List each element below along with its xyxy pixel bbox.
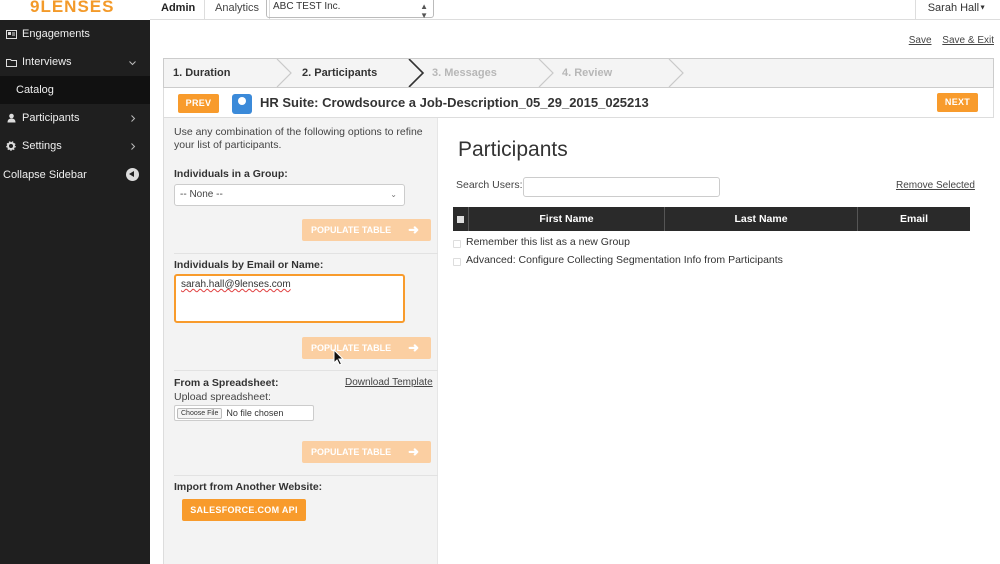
step-separator-icon <box>668 59 684 87</box>
sidebar-item-label: Engagements <box>22 28 90 40</box>
group-select-value: -- None -- <box>180 189 223 200</box>
user-icon <box>3 113 19 123</box>
tab-admin[interactable]: Admin <box>161 2 195 14</box>
hr-suite-icon <box>232 94 252 114</box>
remember-group-label: Remember this list as a new Group <box>466 236 630 248</box>
user-menu[interactable]: Sarah Hall▼ <box>914 0 1000 20</box>
participants-panel: Participants Search Users: Remove Select… <box>438 118 994 564</box>
sidebar-item-label: Interviews <box>22 56 72 68</box>
wizard-steps: 1. Duration 2. Participants 3. Messages … <box>163 58 994 88</box>
chevron-right-icon <box>131 113 136 125</box>
sidebar: 9LENSES Engagements Interviews Catalog P… <box>0 0 150 564</box>
populate-table-button-email[interactable]: POPULATE TABLE ➜ <box>302 337 431 359</box>
salesforce-api-button[interactable]: SALESFORCE.COM API <box>182 499 306 521</box>
top-links: Save Save & Exit <box>901 35 994 46</box>
engagements-icon <box>3 29 19 39</box>
populate-table-button-spreadsheet[interactable]: POPULATE TABLE ➜ <box>302 441 431 463</box>
step-participants[interactable]: 2. Participants <box>302 59 377 87</box>
remove-selected-link[interactable]: Remove Selected <box>896 180 975 191</box>
step-separator-icon <box>276 59 292 87</box>
caret-down-icon: ▼ <box>979 4 986 12</box>
engagement-title-bar: PREV HR Suite: Crowdsource a Job-Descrip… <box>163 88 994 118</box>
remember-group-checkbox[interactable] <box>453 240 461 248</box>
column-email[interactable]: Email <box>857 207 970 231</box>
chevron-down-icon: ⌄ <box>390 190 397 199</box>
group-label: Individuals in a Group: <box>174 168 288 180</box>
sidebar-item-settings[interactable]: Settings <box>0 132 150 160</box>
no-file-text: No file chosen <box>226 408 284 418</box>
sidebar-item-participants[interactable]: Participants <box>0 104 150 132</box>
step-duration[interactable]: 1. Duration <box>173 59 230 87</box>
divider <box>174 253 438 254</box>
sidebar-item-catalog[interactable]: Catalog <box>0 76 150 104</box>
user-name: Sarah Hall <box>927 2 980 14</box>
chevron-down-icon <box>129 57 136 69</box>
folder-icon <box>3 58 19 67</box>
populate-table-button-group[interactable]: POPULATE TABLE ➜ <box>302 219 431 241</box>
import-label: Import from Another Website: <box>174 481 323 493</box>
populate-table-label: POPULATE TABLE <box>311 225 392 235</box>
save-exit-link[interactable]: Save & Exit <box>942 35 994 46</box>
participants-table-header: First Name Last Name Email <box>453 207 970 231</box>
divider <box>174 475 438 476</box>
sidebar-item-label: Catalog <box>16 84 54 96</box>
step-separator-icon <box>538 59 554 87</box>
step-separator-icon <box>408 59 425 87</box>
organization-select[interactable]: ABC TEST Inc. ▲ ▼ <box>266 0 434 20</box>
organization-select-value: ABC TEST Inc. <box>273 1 341 12</box>
gear-icon <box>3 141 19 151</box>
mouse-pointer-icon <box>333 349 345 366</box>
top-bar: Admin Analytics ABC TEST Inc. ▲ ▼ Sarah H… <box>150 0 1000 20</box>
column-last-name[interactable]: Last Name <box>664 207 857 231</box>
arrow-right-icon: ➜ <box>408 340 419 355</box>
spreadsheet-label: From a Spreadsheet: <box>174 377 279 389</box>
page-title: Participants <box>458 138 568 161</box>
app-logo: 9LENSES <box>0 0 150 20</box>
collapse-sidebar-label: Collapse Sidebar <box>3 169 87 181</box>
next-button[interactable]: NEXT <box>937 93 978 112</box>
arrow-right-icon: ➜ <box>408 222 419 237</box>
email-or-name-field[interactable]: sarah.hall@9lenses.com <box>174 274 405 323</box>
choose-file-button[interactable]: Choose File <box>177 407 223 419</box>
sidebar-item-label: Settings <box>22 140 62 152</box>
advanced-segmentation-option[interactable]: Advanced: Configure Collecting Segmentat… <box>453 254 783 266</box>
tab-analytics[interactable]: Analytics <box>204 0 271 20</box>
collapse-left-icon <box>126 168 139 181</box>
step-review[interactable]: 4. Review <box>562 59 612 87</box>
email-label: Individuals by Email or Name: <box>174 259 324 271</box>
search-users-input[interactable] <box>523 177 720 197</box>
divider <box>174 370 438 371</box>
select-all-checkbox[interactable] <box>453 207 468 231</box>
filter-intro-text: Use any combination of the following opt… <box>174 126 423 151</box>
save-link[interactable]: Save <box>909 35 932 46</box>
group-select[interactable]: -- None -- ⌄ <box>174 184 405 206</box>
populate-table-label: POPULATE TABLE <box>311 343 392 353</box>
arrow-right-icon: ➜ <box>408 444 419 459</box>
engagement-title: HR Suite: Crowdsource a Job-Description_… <box>260 95 649 110</box>
advanced-segmentation-checkbox[interactable] <box>453 258 461 266</box>
prev-button[interactable]: PREV <box>178 94 219 113</box>
remember-group-option[interactable]: Remember this list as a new Group <box>453 236 630 248</box>
sidebar-item-label: Participants <box>22 112 80 124</box>
step-messages[interactable]: 3. Messages <box>432 59 497 87</box>
sidebar-item-engagements[interactable]: Engagements <box>0 20 150 48</box>
select-arrows-icon: ▲ ▼ <box>420 2 428 20</box>
email-field-value: sarah.hall@9lenses.com <box>181 279 291 290</box>
column-first-name[interactable]: First Name <box>468 207 664 231</box>
download-template-link[interactable]: Download Template <box>345 377 433 388</box>
filter-panel: Use any combination of the following opt… <box>163 118 438 564</box>
upload-label: Upload spreadsheet: <box>174 391 271 403</box>
sidebar-item-interviews[interactable]: Interviews <box>0 48 150 76</box>
collapse-sidebar-button[interactable]: Collapse Sidebar <box>0 160 150 190</box>
advanced-segmentation-label: Advanced: Configure Collecting Segmentat… <box>466 254 783 266</box>
spreadsheet-file-input[interactable]: Choose File No file chosen <box>174 405 314 421</box>
chevron-right-icon <box>131 141 136 153</box>
search-users-label: Search Users: <box>456 179 523 191</box>
populate-table-label: POPULATE TABLE <box>311 447 392 457</box>
